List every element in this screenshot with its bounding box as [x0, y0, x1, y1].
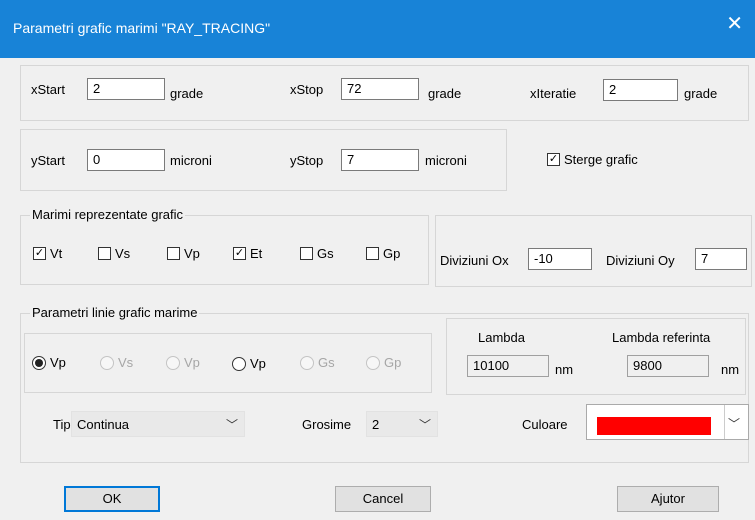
quantity-checkbox-gp[interactable]: Gp: [366, 246, 400, 261]
radio-dot: [300, 355, 314, 370]
xstart-unit: grade: [170, 86, 204, 101]
ystop-input[interactable]: 7: [341, 149, 419, 171]
divider: [724, 405, 725, 439]
help-button[interactable]: Ajutor: [617, 486, 719, 512]
quantity-label: Vp: [184, 246, 200, 261]
quantities-legend: Marimi reprezentate grafic: [30, 207, 185, 222]
quantity-checkbox-et[interactable]: ✓ Et: [233, 246, 262, 261]
xiteratie-label: xIteratie: [530, 86, 577, 101]
lambda-label: Lambda: [478, 330, 525, 345]
thickness-label: Grosime: [302, 417, 352, 432]
color-label: Culoare: [522, 417, 568, 432]
line-radio-vp-3[interactable]: Vp: [232, 356, 266, 371]
radio-dot: [366, 355, 380, 370]
div-ox-input[interactable]: -10: [528, 248, 592, 270]
checkbox-box: ✓: [33, 247, 46, 260]
type-label: Tip: [53, 417, 71, 432]
line-radio-vp-2[interactable]: Vp: [166, 355, 200, 370]
chevron-down-icon: ﹀: [728, 417, 741, 431]
xiteratie-unit: grade: [684, 86, 718, 101]
xstop-label: xStop: [290, 82, 324, 97]
line-type-dropdown[interactable]: Continua ﹀: [71, 411, 245, 437]
radio-label: Vp: [184, 355, 200, 370]
lambda-unit: nm: [555, 362, 574, 377]
radio-dot: [166, 355, 180, 370]
close-icon[interactable]: ✕: [726, 14, 743, 34]
ystart-unit: microni: [170, 153, 212, 168]
lambda-ref-input[interactable]: 9800: [627, 355, 709, 377]
chevron-down-icon: ﹀: [225, 418, 238, 432]
xstart-label: xStart: [31, 82, 65, 97]
quantity-checkbox-gs[interactable]: Gs: [300, 246, 334, 261]
radio-dot: [100, 355, 114, 370]
quantity-checkbox-vs[interactable]: Vs: [98, 246, 130, 261]
radio-label: Gs: [318, 355, 335, 370]
cancel-button[interactable]: Cancel: [335, 486, 431, 512]
radio-dot: [32, 355, 46, 370]
title-bar: Parametri grafic marimi "RAY_TRACING" ✕: [0, 0, 755, 58]
quantity-label: Et: [250, 246, 263, 261]
line-radio-gs[interactable]: Gs: [300, 355, 335, 370]
ok-button[interactable]: OK: [64, 486, 160, 512]
thickness-dropdown[interactable]: 2 ﹀: [366, 411, 438, 437]
div-oy-input[interactable]: 7: [695, 248, 747, 270]
checkbox-box: [98, 247, 111, 260]
ystop-unit: microni: [425, 153, 467, 168]
quantity-checkbox-vp[interactable]: Vp: [167, 246, 200, 261]
radio-label: Vp: [250, 356, 266, 371]
checkbox-box: ✓: [233, 247, 246, 260]
checkbox-box: [300, 247, 313, 260]
quantity-label: Gs: [317, 246, 334, 261]
color-swatch: [597, 417, 711, 435]
color-dropdown[interactable]: ﹀: [586, 404, 749, 440]
quantity-checkbox-vt[interactable]: ✓ Vt: [33, 246, 62, 261]
ystop-label: yStop: [290, 153, 324, 168]
xstop-unit: grade: [428, 86, 462, 101]
radio-label: Vs: [118, 355, 134, 370]
checkbox-box: ✓: [547, 153, 560, 166]
line-radio-vp[interactable]: Vp: [32, 355, 66, 370]
xstart-input[interactable]: 2: [87, 78, 165, 100]
line-radio-vs[interactable]: Vs: [100, 355, 133, 370]
lambda-ref-label: Lambda referinta: [612, 330, 711, 345]
radio-label: Gp: [384, 355, 402, 370]
line-params-legend: Parametri linie grafic marime: [30, 305, 200, 320]
clear-graph-label: Sterge grafic: [564, 152, 638, 167]
div-ox-label: Diviziuni Ox: [440, 253, 509, 268]
chevron-down-icon: ﹀: [418, 418, 431, 432]
thickness-value: 2: [372, 417, 380, 432]
lambda-ref-unit: nm: [721, 362, 740, 377]
quantity-label: Vt: [50, 246, 63, 261]
ystart-input[interactable]: 0: [87, 149, 165, 171]
lambda-input[interactable]: 10100: [467, 355, 549, 377]
radio-label: Vp: [50, 355, 66, 370]
checkbox-box: [167, 247, 180, 260]
checkbox-box: [366, 247, 379, 260]
xiteratie-input[interactable]: 2: [603, 79, 678, 101]
clear-graph-checkbox[interactable]: ✓ Sterge grafic: [547, 152, 638, 167]
line-type-value: Continua: [77, 417, 130, 432]
quantity-label: Gp: [383, 246, 401, 261]
line-radio-gp[interactable]: Gp: [366, 355, 401, 370]
quantity-label: Vs: [115, 246, 131, 261]
dialog-title: Parametri grafic marimi "RAY_TRACING": [13, 20, 271, 36]
radio-dot: [232, 356, 246, 371]
ystart-label: yStart: [31, 153, 65, 168]
div-oy-label: Diviziuni Oy: [606, 253, 675, 268]
xstop-input[interactable]: 72: [341, 78, 419, 100]
